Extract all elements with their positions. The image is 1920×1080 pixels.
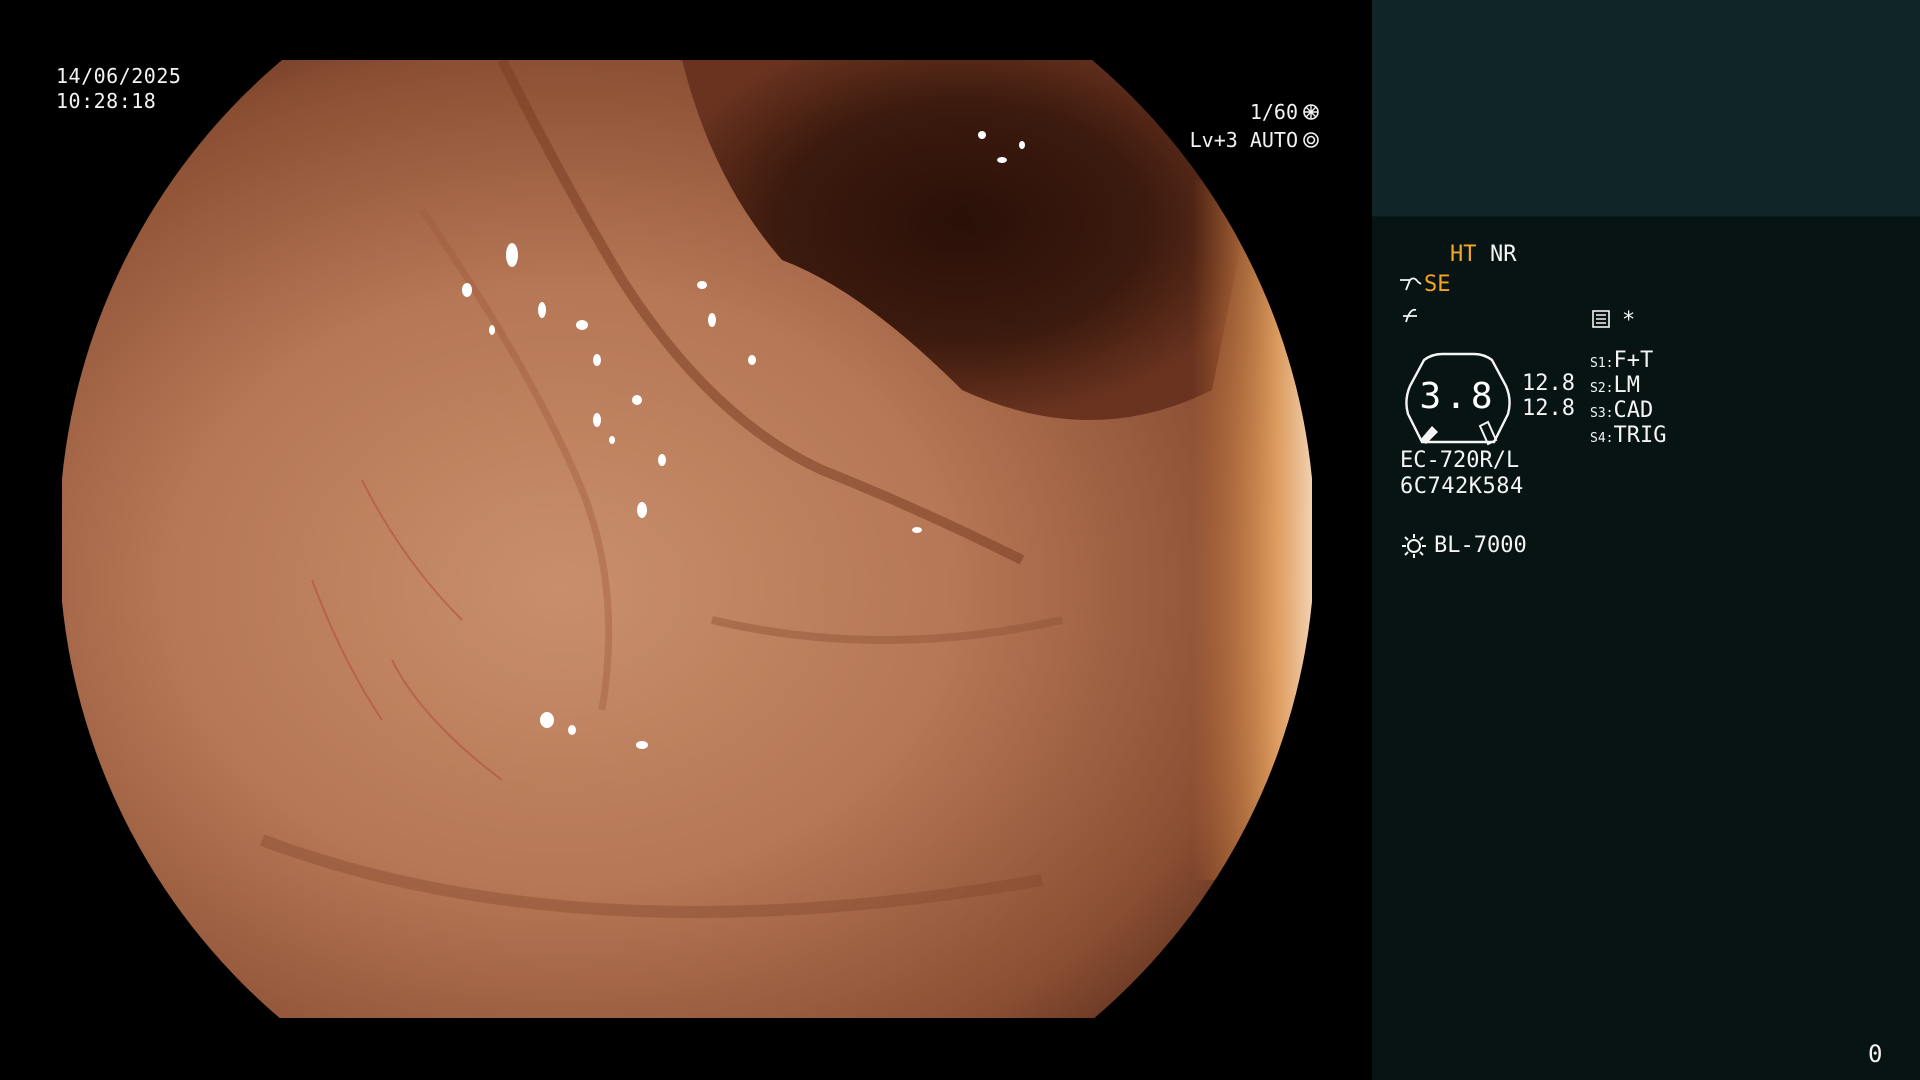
frame-counter: 0 (1868, 1040, 1883, 1068)
switch-s1: S1:F+T (1590, 348, 1653, 373)
scope-model: EC-720R/L (1400, 448, 1520, 473)
switch-s4-key: S4: (1590, 431, 1614, 446)
shutter-speed: 1/60 (1249, 100, 1298, 124)
lamp-icon (1402, 534, 1426, 558)
iris-gear-icon (1303, 132, 1319, 148)
switch-s2-value: LM (1613, 373, 1640, 398)
endoscopic-image (62, 60, 1312, 1018)
shutter-gear-icon (1303, 104, 1319, 120)
ht-indicator: HT (1450, 242, 1477, 267)
switch-s1-value: F+T (1613, 348, 1654, 373)
switch-s4-value: TRIG (1613, 423, 1667, 448)
switch-s4: S4:TRIG (1590, 423, 1666, 448)
switch-s2-key: S2: (1590, 381, 1614, 396)
enhance-icon (1403, 308, 1417, 323)
light-source: BL-7000 (1434, 533, 1527, 558)
nr-indicator: NR (1490, 242, 1517, 267)
memo-icon (1592, 310, 1610, 328)
exposure-settings: 1/60 Lv+3 AUTO (1160, 98, 1320, 154)
scope-serial: 6C742K584 (1400, 474, 1524, 499)
shutter-row: 1/60 (1160, 98, 1320, 126)
zoom-value: 3.8 (1419, 376, 1497, 417)
status-panel: HT NR SE * 3.8 12.8 12.8 S1:F+T S2:LM S3… (1372, 0, 1920, 1080)
switch-s3-key: S3: (1590, 406, 1614, 421)
star-indicator: * (1622, 308, 1636, 333)
time-readout: 10:28:18 (56, 89, 157, 113)
iris-row: Lv+3 AUTO (1160, 126, 1320, 154)
switch-s1-key: S1: (1590, 356, 1614, 371)
sub-monitor-preview (1372, 0, 1920, 217)
switch-s3-value: CAD (1613, 398, 1654, 423)
date-readout: 14/06/2025 (56, 64, 182, 88)
side-value-2: 12.8 (1522, 396, 1575, 421)
endoscope-video-area: 14/06/2025 10:28:18 1/60 Lv+3 AUTO (0, 0, 1372, 1080)
switch-s2: S2:LM (1590, 373, 1640, 398)
iris-mode: Lv+3 AUTO (1189, 128, 1298, 152)
side-value-1: 12.8 (1522, 371, 1575, 396)
se-indicator: SE (1424, 272, 1451, 297)
switch-s3: S3:CAD (1590, 398, 1653, 423)
scope-se-icon (1400, 277, 1422, 291)
